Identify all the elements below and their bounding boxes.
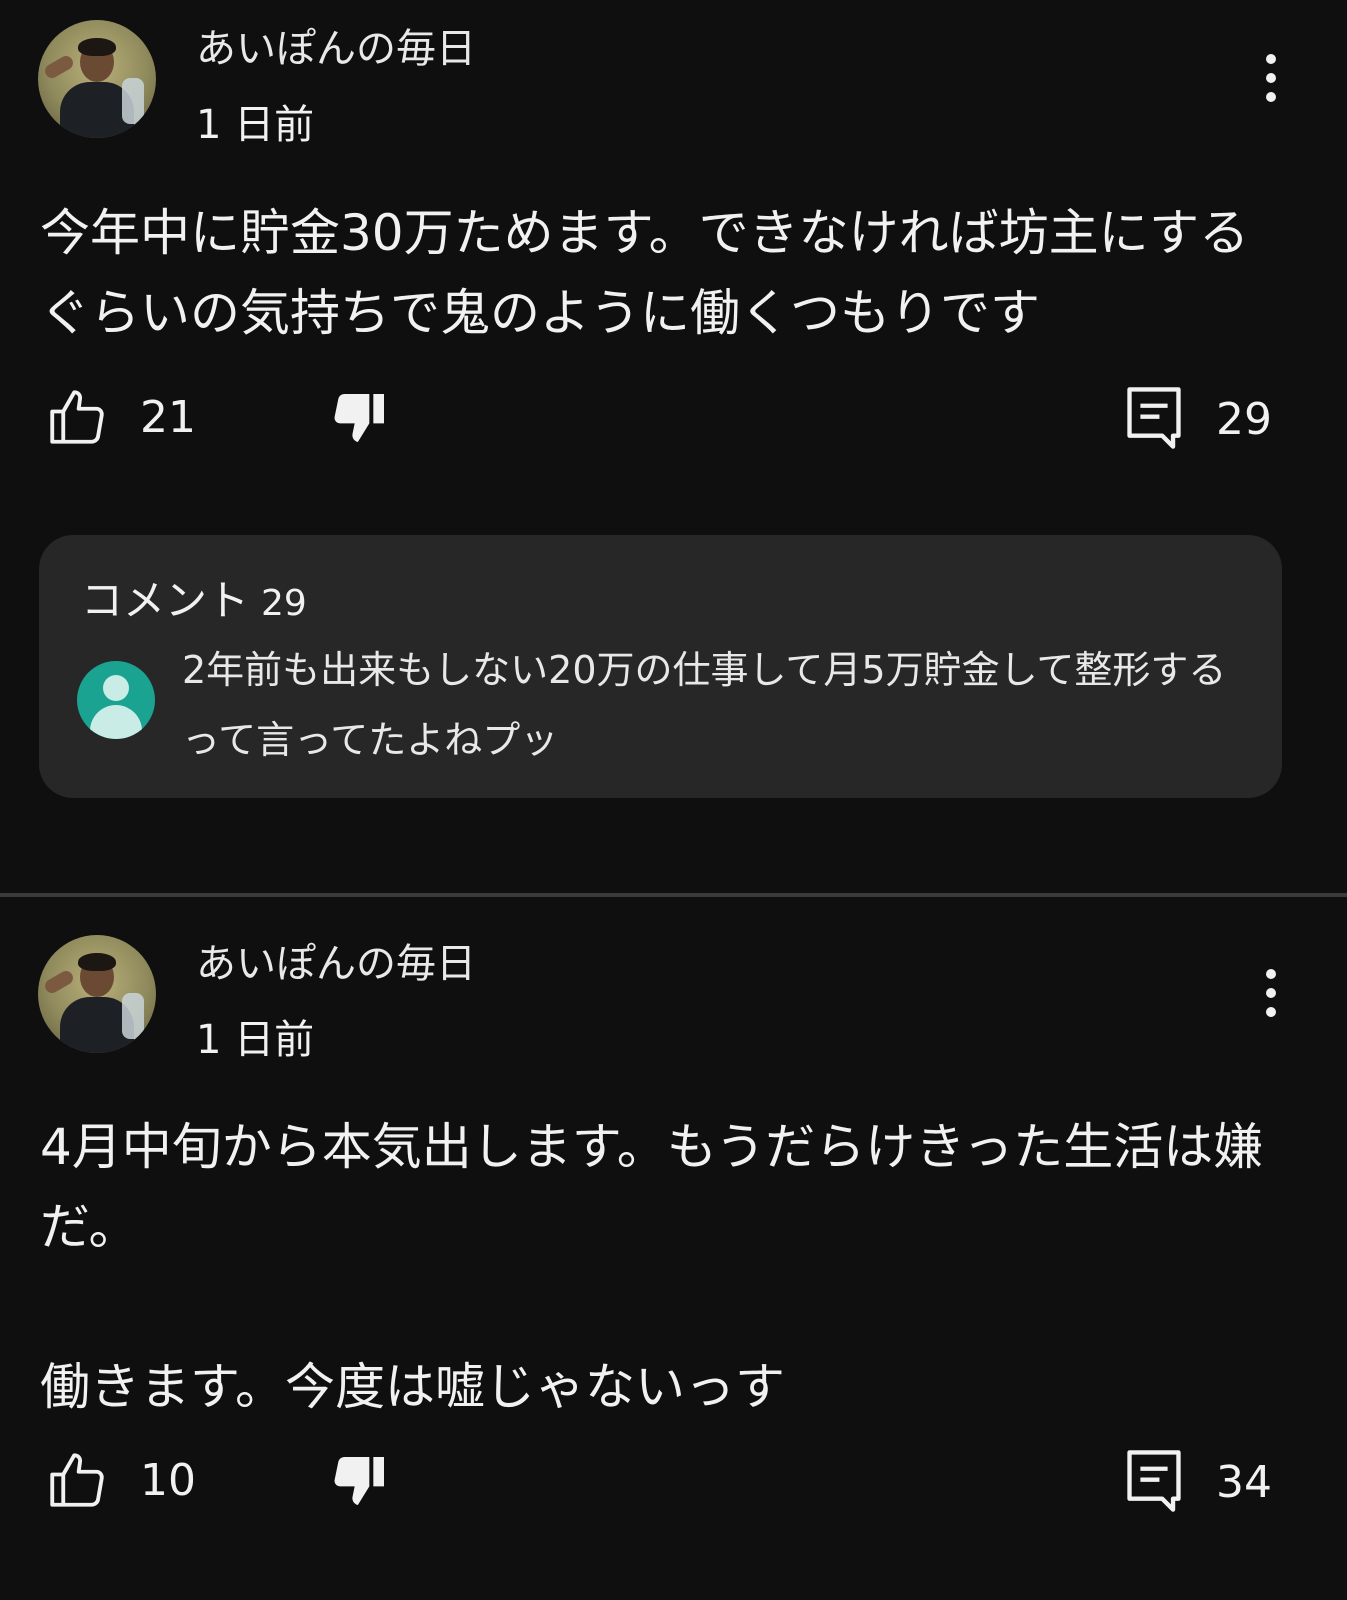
like-button[interactable]: 21	[44, 384, 196, 450]
reply-count[interactable]: 29	[1216, 394, 1272, 445]
reply-text: 2年前も出来もしない20万の仕事して月5万貯金して整形するって言ってたよねプッ	[182, 648, 1227, 762]
thumbs-up-icon	[50, 390, 104, 444]
comment-card: あいぽんの毎日 1 日前 今年中に貯金30万ためます。できなければ坊主にするぐら…	[0, 0, 1347, 893]
comment-card: あいぽんの毎日 1 日前 4月中旬から本気出します。もうだらけきった生活は嫌だ。…	[0, 897, 1347, 1600]
reply-icon	[1127, 387, 1181, 449]
comment-time: 1 日前	[196, 102, 315, 148]
thumbs-up-icon	[50, 1453, 104, 1507]
thumbs-down-icon	[334, 394, 384, 442]
reply-icon	[1127, 1450, 1181, 1512]
author-name[interactable]: あいぽんの毎日	[196, 931, 476, 989]
author-name[interactable]: あいぽんの毎日	[196, 16, 476, 74]
comment-text: 今年中に貯金30万ためます。できなければ坊主にするぐらいの気持ちで鬼のように働く…	[40, 204, 1250, 342]
replies-header: コメント 29	[81, 567, 307, 628]
more-options-icon[interactable]	[1263, 969, 1279, 1025]
dislike-button[interactable]	[328, 1449, 392, 1513]
like-button[interactable]: 10	[44, 1447, 196, 1513]
replies-label: コメント	[81, 576, 250, 625]
author-avatar[interactable]	[38, 935, 156, 1053]
dislike-button[interactable]	[328, 386, 392, 450]
replies-count: 29	[261, 583, 307, 624]
more-options-icon[interactable]	[1263, 54, 1279, 110]
author-avatar[interactable]	[38, 20, 156, 138]
reply-preview[interactable]: コメント 29 2年前も出来もしない20万の仕事して月5万貯金して整形するって言っ…	[39, 535, 1282, 798]
reply-count[interactable]: 34	[1216, 1457, 1272, 1508]
reply-button[interactable]	[1124, 1447, 1184, 1515]
like-count: 10	[140, 1454, 196, 1506]
reply-button[interactable]	[1124, 384, 1184, 452]
comment-text: 4月中旬から本気出します。もうだらけきった生活は嫌だ。 働きます。今度は嘘じゃな…	[40, 1118, 1264, 1416]
reply-author-avatar	[77, 661, 155, 739]
like-count: 21	[140, 391, 196, 443]
thumbs-down-icon	[334, 1457, 384, 1505]
comment-time: 1 日前	[196, 1017, 315, 1063]
